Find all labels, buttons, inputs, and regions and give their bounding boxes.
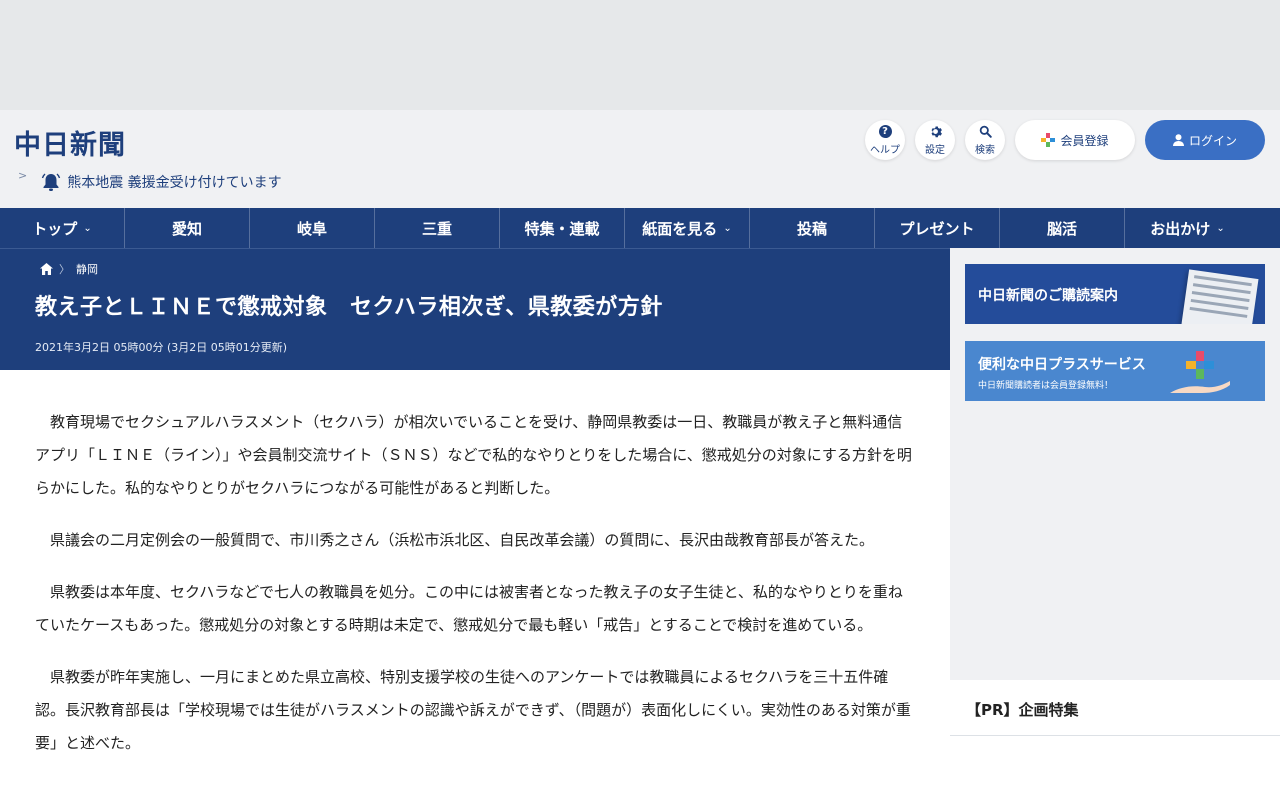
nav-label: 三重	[421, 219, 452, 238]
register-label: 会員登録	[1060, 133, 1109, 148]
subscription-banner[interactable]: 中日新聞のご購読案内	[965, 264, 1265, 324]
nav-item-aichi[interactable]: 愛知	[125, 208, 250, 248]
nav-item-submit[interactable]: 投稿	[750, 208, 875, 248]
article-body: 教育現場でセクシュアルハラスメント（セクハラ）が相次いでいることを受け、静岡県教…	[0, 370, 950, 800]
settings-label: 設定	[925, 144, 945, 156]
breaking-news-link[interactable]: > 熊本地震 義援金受け付けています	[18, 168, 282, 192]
nav-item-gifu[interactable]: 岐阜	[250, 208, 375, 248]
article-paragraph: 県教委が昨年実施し、一月にまとめた県立高校、特別支援学校の生徒へのアンケートでは…	[35, 668, 911, 752]
chevron-down-icon: ⌄	[83, 222, 92, 234]
search-button[interactable]: 検索	[965, 120, 1005, 160]
home-icon[interactable]	[40, 263, 53, 275]
nav-item-features[interactable]: 特集・連載	[500, 208, 625, 248]
ad-band	[0, 0, 1280, 110]
nav-label: 投稿	[796, 219, 827, 238]
site-header: 中日新聞 ? ヘルプ 設定 検索 会員登録 ログイン > 熊本地震 義援金受け付…	[0, 110, 1280, 208]
plus-banner-subtext: 中日新聞購読者は会員登録無料！	[978, 381, 1114, 391]
article-header: 〉 静岡 教え子とＬＩＮＥで懲戒対象 セクハラ相次ぎ、県教委が方針 2021年3…	[0, 248, 950, 370]
nav-item-top[interactable]: トップ ⌄	[0, 208, 125, 248]
nav-label: 特集・連載	[524, 219, 600, 238]
nav-label: 岐阜	[296, 219, 327, 238]
plus-service-banner[interactable]: 便利な中日プラスサービス 中日新聞購読者は会員登録無料！	[965, 341, 1265, 401]
breaking-news-text: 熊本地震 義援金受け付けています	[67, 175, 282, 191]
nav-label: お出かけ	[1150, 219, 1211, 238]
chevron-down-icon: ⌄	[723, 222, 732, 234]
breadcrumb-category[interactable]: 静岡	[76, 261, 98, 277]
help-icon: ?	[878, 124, 892, 138]
plus-hand-icon	[1170, 351, 1230, 393]
pr-section-header: 【PR】企画特集	[950, 680, 1280, 736]
nav-item-mie[interactable]: 三重	[375, 208, 500, 248]
article-paragraph: 県教委は本年度、セクハラなどで七人の教職員を処分。この中には被害者となった教え子…	[35, 583, 903, 634]
subscription-banner-text: 中日新聞のご購読案内	[978, 288, 1118, 304]
nav-item-outing[interactable]: お出かけ ⌄	[1125, 208, 1250, 248]
search-icon	[979, 125, 992, 138]
breadcrumb-separator: 〉	[59, 263, 70, 276]
login-label: ログイン	[1188, 133, 1237, 148]
plus-banner-title: 便利な中日プラスサービス	[978, 357, 1146, 373]
nav-label: プレゼント	[899, 219, 975, 238]
chevron-right-icon: >	[18, 168, 28, 182]
search-label: 検索	[975, 144, 995, 156]
site-logo[interactable]: 中日新聞	[14, 123, 126, 162]
breadcrumb: 〉 静岡	[40, 261, 98, 277]
plus-logo-icon	[1041, 133, 1056, 147]
sidebar: 中日新聞のご購読案内 便利な中日プラスサービス 中日新聞購読者は会員登録無料！ …	[950, 248, 1280, 800]
nav-item-brain[interactable]: 脳活	[1000, 208, 1125, 248]
bell-icon	[42, 173, 61, 191]
main-nav: トップ ⌄ 愛知 岐阜 三重 特集・連載 紙面を見る ⌄ 投稿 プレゼント 脳活 お…	[0, 208, 1280, 248]
article-paragraph: 教育現場でセクシュアルハラスメント（セクハラ）が相次いでいることを受け、静岡県教…	[35, 413, 912, 497]
settings-button[interactable]: 設定	[915, 120, 955, 160]
pr-section-body	[950, 736, 1280, 800]
user-icon	[1172, 134, 1184, 146]
login-button[interactable]: ログイン	[1145, 120, 1265, 160]
nav-item-present[interactable]: プレゼント	[875, 208, 1000, 248]
gear-icon	[931, 126, 942, 137]
article-date: 2021年3月2日 05時00分 (3月2日 05時01分更新)	[35, 341, 288, 354]
help-label: ヘルプ	[870, 144, 900, 156]
nav-label: 紙面を見る	[642, 219, 718, 238]
nav-label: 脳活	[1046, 219, 1077, 238]
article-paragraph: 県議会の二月定例会の一般質問で、市川秀之さん（浜松市浜北区、自民改革会議）の質問…	[50, 531, 874, 549]
newspaper-icon	[1181, 269, 1259, 324]
nav-label: トップ	[32, 219, 78, 238]
article-title: 教え子とＬＩＮＥで懲戒対象 セクハラ相次ぎ、県教委が方針	[35, 295, 663, 320]
pr-section-title: 【PR】企画特集	[966, 701, 1079, 719]
nav-label: 愛知	[171, 219, 202, 238]
help-button[interactable]: ? ヘルプ	[865, 120, 905, 160]
register-button[interactable]: 会員登録	[1015, 120, 1135, 160]
chevron-down-icon: ⌄	[1216, 222, 1225, 234]
nav-item-paper[interactable]: 紙面を見る ⌄	[625, 208, 750, 248]
